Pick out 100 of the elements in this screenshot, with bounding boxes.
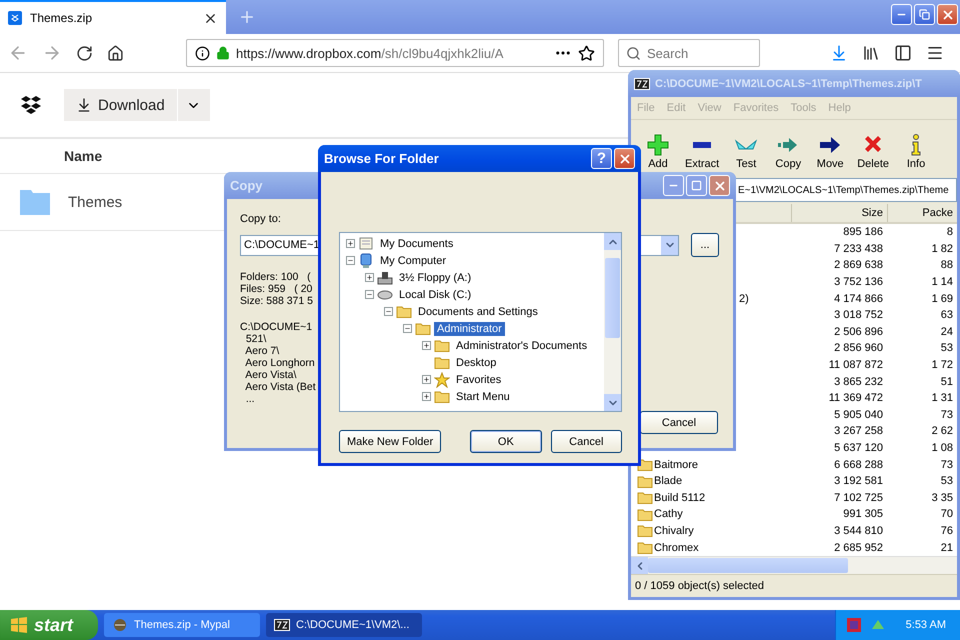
- table-cell-text: 895 186: [842, 226, 884, 238]
- table-cell-text: 53: [940, 342, 954, 354]
- table-cell-text: 4 174 866: [833, 292, 884, 305]
- reload-icon: [76, 44, 93, 62]
- folder-icon: [20, 190, 50, 214]
- plus-icon: [366, 274, 373, 281]
- tree-item[interactable]: My Documents: [377, 236, 456, 250]
- tree-item[interactable]: Local Disk (C:): [396, 288, 474, 302]
- bookmark-star-icon[interactable]: [578, 44, 595, 62]
- info-text: Folders: 100 (: [240, 271, 311, 283]
- cancel-button[interactable]: Cancel: [640, 411, 718, 434]
- app-icon: [112, 618, 128, 632]
- file-name[interactable]: Blade: [654, 475, 682, 488]
- file-name[interactable]: Chivalry: [654, 524, 694, 537]
- toolbar-button[interactable]: Extract: [685, 134, 720, 170]
- table-cell-text: 73: [940, 408, 954, 421]
- expand-toggle[interactable]: [422, 341, 431, 350]
- list-item: Aero Vista\: [244, 369, 296, 381]
- taskbar-button[interactable]: C:\DOCUME~1\VM2\...: [266, 613, 422, 637]
- column-header[interactable]: Packe: [887, 204, 957, 222]
- table-cell-text: 3 192 581: [833, 475, 884, 488]
- sidebar-button[interactable]: [894, 44, 912, 62]
- reload-button[interactable]: [76, 44, 93, 62]
- browser-tab[interactable]: Themes.zip: [0, 0, 226, 34]
- expand-toggle[interactable]: [422, 392, 431, 401]
- downloads-button[interactable]: [830, 44, 848, 62]
- info-text: Files: 959 ( 20: [240, 283, 312, 295]
- table-cell-text: 3 865 232: [833, 376, 884, 388]
- tree-item[interactable]: Start Menu: [453, 390, 513, 404]
- restore-icon: [919, 9, 930, 20]
- toolbar-button[interactable]: Move: [815, 134, 846, 170]
- file-name[interactable]: Baitmore: [654, 458, 698, 471]
- table-cell-text: 6 668 288: [833, 458, 884, 471]
- close-button[interactable]: [709, 175, 730, 196]
- toolbar-button[interactable]: Test: [731, 134, 762, 170]
- library-button[interactable]: [862, 44, 880, 62]
- table-cell-text: 24: [940, 326, 954, 338]
- tree-item[interactable]: Administrator's Documents: [453, 338, 590, 352]
- window-title: C:\DOCUME~1\VM2\LOCALS~1\Temp\Themes.zip\T: [655, 78, 922, 90]
- file-name[interactable]: Themes: [68, 194, 122, 210]
- table-cell-text: 3 018 752: [833, 309, 884, 322]
- minimize-button[interactable]: [891, 4, 912, 25]
- vertical-scrollbar[interactable]: [604, 233, 621, 411]
- address-field[interactable]: https://www.dropbox.com/sh/cl9bu4qjxhk2liu/A: [186, 39, 604, 67]
- close-button[interactable]: [614, 148, 635, 169]
- list-item: Aero Longhorn: [244, 357, 315, 369]
- computer-icon: [358, 252, 374, 268]
- tree-item[interactable]: My Computer: [377, 254, 450, 268]
- toolbar-button[interactable]: Delete: [857, 134, 890, 170]
- list-item: Aero Vista (Bet: [244, 381, 316, 393]
- column-header[interactable]: Name: [64, 148, 102, 164]
- home-button[interactable]: [107, 44, 124, 62]
- menu-button[interactable]: [926, 44, 944, 62]
- search-field[interactable]: Search: [618, 39, 760, 67]
- table-cell-text: 2 869 638: [833, 259, 884, 272]
- maximize-icon: [691, 180, 702, 191]
- minimize-button[interactable]: [663, 175, 684, 196]
- column-header[interactable]: Size: [791, 204, 887, 222]
- file-name[interactable]: Build 5112: [654, 492, 706, 504]
- make-new-folder-button[interactable]: Make New Folder: [339, 430, 442, 453]
- table-cell-text: 70: [940, 508, 954, 520]
- collapse-toggle[interactable]: [365, 290, 374, 299]
- toolbar-button[interactable]: Copy: [773, 134, 804, 170]
- list-item: 521\: [244, 333, 266, 345]
- horizontal-scrollbar[interactable]: [631, 556, 957, 574]
- tree-item[interactable]: 3½ Floppy (A:): [396, 270, 474, 284]
- folder-icon: [415, 322, 431, 335]
- library-icon: [862, 44, 880, 62]
- table-cell-text: 1 08: [930, 442, 954, 454]
- collapse-toggle[interactable]: [346, 256, 355, 265]
- ok-button[interactable]: OK: [470, 430, 542, 453]
- path-field[interactable]: E~1\VM2\LOCALS~1\Temp\Themes.zip\Theme: [736, 178, 957, 202]
- info-text: Size: 588 371 5: [240, 295, 313, 307]
- download-button[interactable]: Download: [64, 89, 178, 121]
- expand-toggle[interactable]: [346, 239, 355, 248]
- table-cell-text: 88: [940, 259, 954, 272]
- expand-toggle[interactable]: [365, 273, 374, 282]
- collapse-toggle[interactable]: [384, 307, 393, 316]
- start-button[interactable]: start: [0, 610, 98, 640]
- plus-icon: [647, 134, 669, 156]
- file-name[interactable]: 2): [739, 292, 749, 305]
- info-icon: [195, 46, 210, 60]
- tree-item[interactable]: Administrator: [434, 322, 505, 336]
- browse-button[interactable]: ...: [691, 233, 719, 257]
- collapse-toggle[interactable]: [403, 324, 412, 333]
- maximize-button[interactable]: [686, 175, 707, 196]
- taskbar-button[interactable]: Themes.zip - Mypal: [104, 613, 260, 637]
- cancel-button[interactable]: Cancel: [550, 430, 622, 453]
- list-item: C:\DOCUME~1: [240, 321, 312, 333]
- close-button[interactable]: [937, 4, 958, 25]
- toolbar-button[interactable]: Add: [643, 134, 673, 170]
- tree-item[interactable]: Favorites: [453, 372, 504, 386]
- file-name[interactable]: Chromex: [654, 542, 699, 554]
- restore-button[interactable]: [914, 4, 935, 25]
- file-name[interactable]: Cathy: [654, 508, 683, 520]
- menu-icon: [926, 44, 944, 62]
- toolbar-button[interactable]: Info: [901, 134, 932, 170]
- tree-item[interactable]: Desktop: [453, 356, 500, 370]
- expand-toggle[interactable]: [422, 375, 431, 384]
- tree-item[interactable]: Documents and Settings: [415, 304, 541, 318]
